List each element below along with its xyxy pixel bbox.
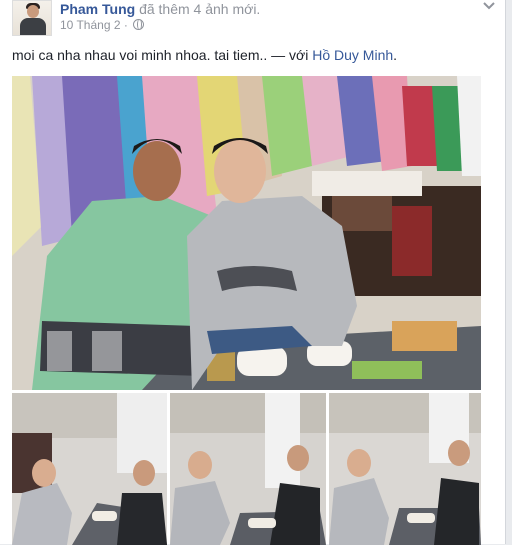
post-header: Pham Tung đã thêm 4 ảnh mới. 10 Tháng 2 … [12, 0, 502, 40]
avatar-head [27, 5, 39, 18]
post-message: moi ca nha nhau voi minh nhoa. tai tiem.… [12, 47, 313, 63]
post-action: đã thêm 4 ảnh mới. [135, 1, 261, 17]
tagged-friend[interactable]: Hồ Duy Minh [312, 47, 393, 63]
post-end: . [393, 47, 398, 63]
chevron-down-icon[interactable] [482, 0, 496, 10]
author-line: Pham Tung đã thêm 4 ảnh mới. [60, 1, 260, 17]
globe-icon[interactable] [133, 19, 145, 30]
photo-thumbnail[interactable] [329, 393, 481, 545]
post-date[interactable]: 10 Tháng 2 · [60, 18, 131, 32]
main-photo[interactable] [12, 76, 481, 390]
post-text: moi ca nha nhau voi minh nhoa. tai tiem.… [12, 47, 397, 63]
photo-thumbnail[interactable] [170, 393, 326, 545]
author-avatar[interactable] [12, 0, 52, 36]
avatar-body [20, 18, 46, 35]
author-name[interactable]: Pham Tung [60, 1, 135, 17]
post-card: Pham Tung đã thêm 4 ảnh mới. 10 Tháng 2 … [0, 0, 506, 545]
photo-thumbnail[interactable] [12, 393, 167, 545]
post-meta: 10 Tháng 2 · [60, 18, 145, 32]
